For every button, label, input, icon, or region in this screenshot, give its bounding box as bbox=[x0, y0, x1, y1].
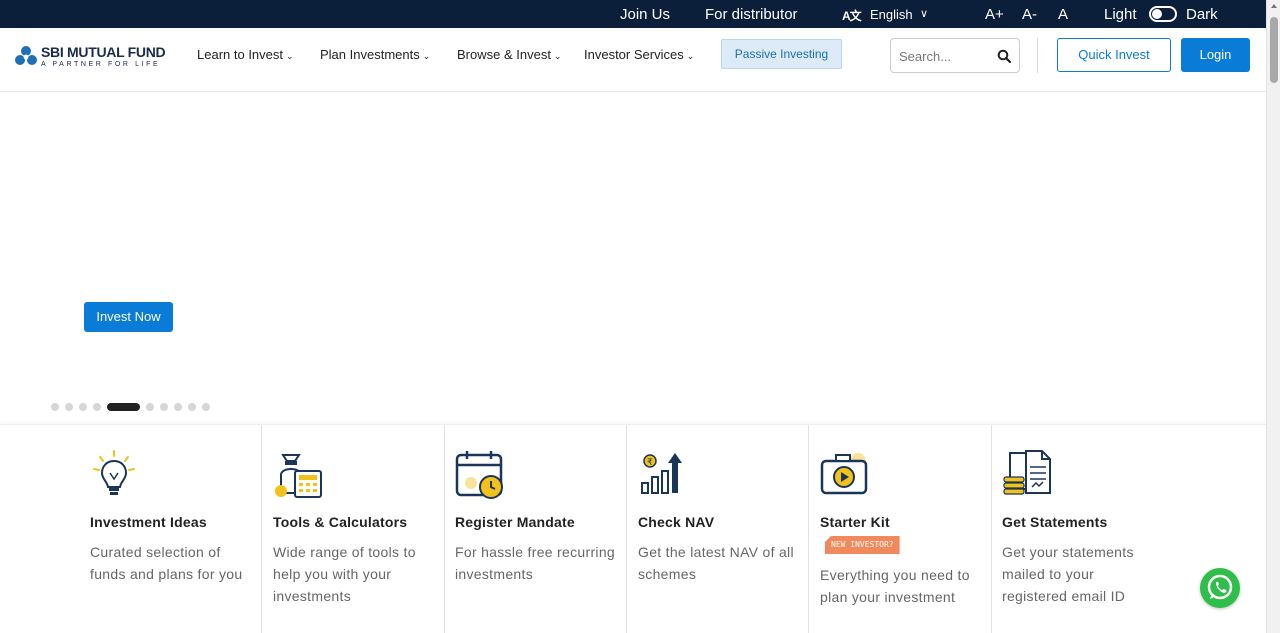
carousel-dot[interactable] bbox=[51, 403, 59, 411]
search-input[interactable] bbox=[899, 46, 989, 66]
quick-invest-button[interactable]: Quick Invest bbox=[1057, 38, 1171, 72]
feature-title: Get Statements bbox=[1002, 514, 1108, 530]
feature-desc: Everything you need to plan your investm… bbox=[820, 567, 970, 605]
nav-item-label: Browse & Invest bbox=[457, 47, 551, 62]
carousel-dot[interactable] bbox=[188, 403, 196, 411]
font-increase-button[interactable]: A+ bbox=[985, 6, 1004, 23]
brand-tagline: A PARTNER FOR LIFE bbox=[41, 61, 161, 68]
feature-desc: Curated selection of funds and plans for… bbox=[90, 544, 243, 582]
chevron-down-icon: ⌄ bbox=[422, 51, 431, 61]
font-decrease-button[interactable]: A- bbox=[1022, 6, 1037, 23]
video-tutorial-icon bbox=[820, 453, 868, 495]
passive-investing-link[interactable]: Passive Investing bbox=[721, 39, 842, 69]
feature-title: Starter Kit bbox=[820, 514, 890, 530]
top-utility-bar: Join Us For distributor A文 English ∨ A+ … bbox=[0, 0, 1266, 28]
for-distributor-link[interactable]: For distributor bbox=[705, 6, 798, 23]
chevron-down-icon[interactable]: ∨ bbox=[920, 7, 928, 20]
logo-icon bbox=[15, 46, 37, 67]
feature-register-mandate[interactable]: Register Mandate For hassle free recurri… bbox=[444, 425, 616, 633]
translate-icon: A文 bbox=[842, 9, 862, 23]
carousel-dot-active[interactable] bbox=[107, 403, 140, 411]
nav-item-label: Plan Investments bbox=[320, 47, 420, 62]
feature-desc: For hassle free recurring investments bbox=[455, 544, 616, 582]
feature-title: Tools & Calculators bbox=[273, 514, 408, 530]
whatsapp-icon bbox=[1207, 574, 1233, 600]
brand-name: SBI MUTUAL FUND bbox=[41, 44, 166, 60]
login-button[interactable]: Login bbox=[1181, 38, 1250, 72]
language-select[interactable]: English bbox=[870, 7, 913, 22]
carousel-dot[interactable] bbox=[160, 403, 168, 411]
chevron-down-icon: ⌄ bbox=[686, 51, 695, 61]
carousel-dot[interactable] bbox=[174, 403, 182, 411]
new-investor-badge: NEW INVESTOR? bbox=[825, 536, 900, 554]
feature-title: Check NAV bbox=[638, 514, 715, 530]
invest-now-button[interactable]: Invest Now bbox=[84, 302, 173, 332]
feature-strip: Investment Ideas Curated selection of fu… bbox=[0, 424, 1266, 633]
theme-light-label: Light bbox=[1104, 6, 1137, 23]
feature-title: Investment Ideas bbox=[90, 514, 207, 530]
carousel-dot[interactable] bbox=[93, 403, 101, 411]
feature-desc: Get the latest NAV of all schemes bbox=[638, 544, 794, 582]
brand-logo[interactable]: SBI MUTUAL FUND A PARTNER FOR LIFE bbox=[14, 41, 166, 79]
feature-title: Register Mandate bbox=[455, 514, 575, 530]
nav-item-label: Learn to Invest bbox=[197, 47, 283, 62]
main-navbar: SBI MUTUAL FUND A PARTNER FOR LIFE Learn… bbox=[0, 28, 1266, 92]
divider bbox=[1037, 38, 1038, 73]
scrollbar-thumb[interactable] bbox=[1270, 17, 1278, 83]
carousel-dot[interactable] bbox=[146, 403, 154, 411]
statement-document-icon bbox=[1003, 450, 1051, 495]
feature-desc: Get your statements mailed to your regis… bbox=[1002, 544, 1134, 604]
calculator-icon bbox=[275, 454, 322, 498]
carousel-dot[interactable] bbox=[65, 403, 73, 411]
toggle-knob bbox=[1152, 9, 1162, 19]
feature-starter-kit[interactable]: Starter Kit NEW INVESTOR? Everything you… bbox=[808, 425, 980, 633]
theme-dark-label: Dark bbox=[1186, 6, 1218, 23]
nav-plan-investments[interactable]: Plan Investments ⌄ bbox=[320, 47, 430, 62]
scroll-up-arrow[interactable] bbox=[1271, 4, 1277, 8]
nav-learn-to-invest[interactable]: Learn to Invest ⌄ bbox=[197, 47, 294, 62]
nav-item-label: Investor Services bbox=[584, 47, 684, 62]
lightbulb-icon bbox=[93, 450, 135, 495]
carousel-dot[interactable] bbox=[79, 403, 87, 411]
growth-chart-icon: ₹ bbox=[641, 453, 682, 494]
search-icon[interactable] bbox=[997, 49, 1011, 63]
feature-investment-ideas[interactable]: Investment Ideas Curated selection of fu… bbox=[90, 425, 250, 633]
chevron-down-icon: ⌄ bbox=[286, 51, 294, 61]
feature-check-nav[interactable]: ₹ Check NAV Get the latest NAV of all sc… bbox=[626, 425, 798, 633]
search-box bbox=[890, 38, 1020, 73]
join-us-link[interactable]: Join Us bbox=[620, 6, 670, 23]
page-scrollbar[interactable] bbox=[1266, 0, 1280, 633]
chevron-down-icon: ⌄ bbox=[553, 51, 562, 61]
feature-get-statements[interactable]: Get Statements Get your statements maile… bbox=[991, 425, 1163, 633]
whatsapp-chat-button[interactable] bbox=[1200, 568, 1240, 608]
feature-tools-calculators[interactable]: Tools & Calculators Wide range of tools … bbox=[261, 425, 433, 633]
carousel-dot[interactable] bbox=[202, 403, 210, 411]
svg-text:₹: ₹ bbox=[647, 458, 653, 468]
calendar-clock-icon bbox=[455, 451, 503, 499]
feature-desc: Wide range of tools to help you with you… bbox=[273, 544, 416, 604]
nav-browse-invest[interactable]: Browse & Invest ⌄ bbox=[457, 47, 561, 62]
theme-toggle[interactable] bbox=[1149, 6, 1177, 22]
nav-investor-services[interactable]: Investor Services ⌄ bbox=[584, 47, 694, 62]
font-reset-button[interactable]: A bbox=[1058, 6, 1068, 23]
